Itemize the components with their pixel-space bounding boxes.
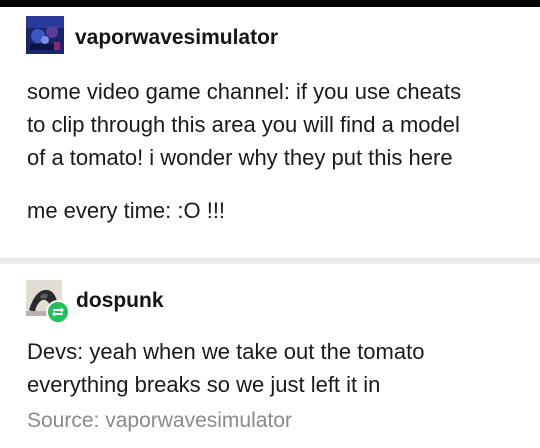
- post-body-line: Devs: yeah when we take out the tomato: [27, 339, 425, 364]
- reblog-arrows-icon: [52, 307, 64, 317]
- source-link[interactable]: Source: vaporwavesimulator: [27, 409, 292, 433]
- post-body-paragraph-1: some video game channel: if you use chea…: [27, 75, 461, 174]
- post-body-line: everything breaks so we just left it in: [27, 372, 381, 397]
- post-body-line: me every time: :O !!!: [27, 198, 226, 223]
- post-body-line: to clip through this area you will find …: [27, 112, 460, 137]
- username-vaporwavesimulator[interactable]: vaporwavesimulator: [75, 26, 278, 50]
- post-body-line: some video game channel: if you use chea…: [27, 79, 462, 104]
- top-edge-bar: [0, 0, 540, 7]
- post-dospunk: dospunk Devs: yeah when we take out the …: [0, 264, 540, 448]
- username-dospunk[interactable]: dospunk: [76, 289, 164, 313]
- vaporwave-avatar-icon: [26, 16, 64, 54]
- reblog-body-paragraph: Devs: yeah when we take out the tomato e…: [27, 335, 424, 401]
- post-body-paragraph-2: me every time: :O !!!: [27, 194, 225, 227]
- post-vaporwavesimulator: vaporwavesimulator some video game chann…: [0, 7, 540, 258]
- tumblr-post-screenshot: vaporwavesimulator some video game chann…: [0, 0, 540, 448]
- reblog-icon: [46, 300, 70, 324]
- avatar-vaporwavesimulator[interactable]: [26, 16, 64, 54]
- post-body-line: of a tomato! i wonder why they put this …: [27, 145, 453, 170]
